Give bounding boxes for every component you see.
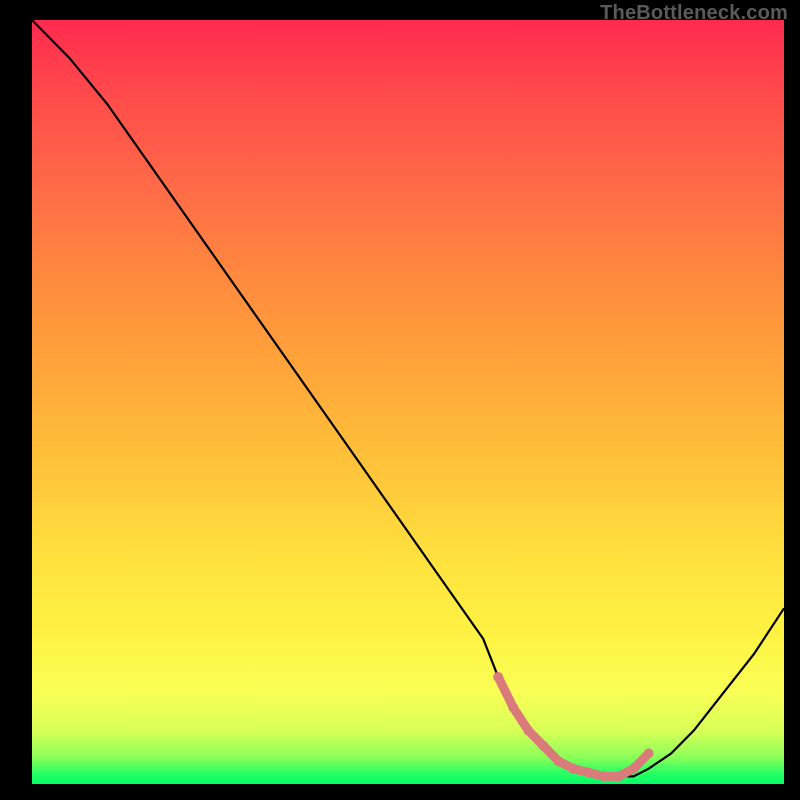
- valley-highlight-dot: [493, 672, 503, 682]
- valley-highlight-dot: [614, 771, 624, 781]
- valley-highlight-dot: [629, 764, 639, 774]
- curve-group: [32, 20, 784, 776]
- chart-frame: TheBottleneck.com: [0, 0, 800, 800]
- valley-highlight-dot: [584, 768, 594, 778]
- valley-highlight: [493, 672, 653, 781]
- bottleneck-curve: [32, 20, 784, 776]
- valley-highlight-dot: [644, 748, 654, 758]
- chart-svg: [32, 20, 784, 784]
- valley-highlight-dot: [523, 726, 533, 736]
- valley-highlight-dot: [553, 756, 563, 766]
- valley-highlight-dot: [538, 741, 548, 751]
- watermark-text: TheBottleneck.com: [600, 2, 788, 25]
- valley-highlight-dot: [599, 771, 609, 781]
- valley-highlight-dot: [568, 764, 578, 774]
- plot-area: [32, 20, 784, 784]
- valley-highlight-path: [498, 677, 648, 776]
- valley-highlight-dot: [508, 703, 518, 713]
